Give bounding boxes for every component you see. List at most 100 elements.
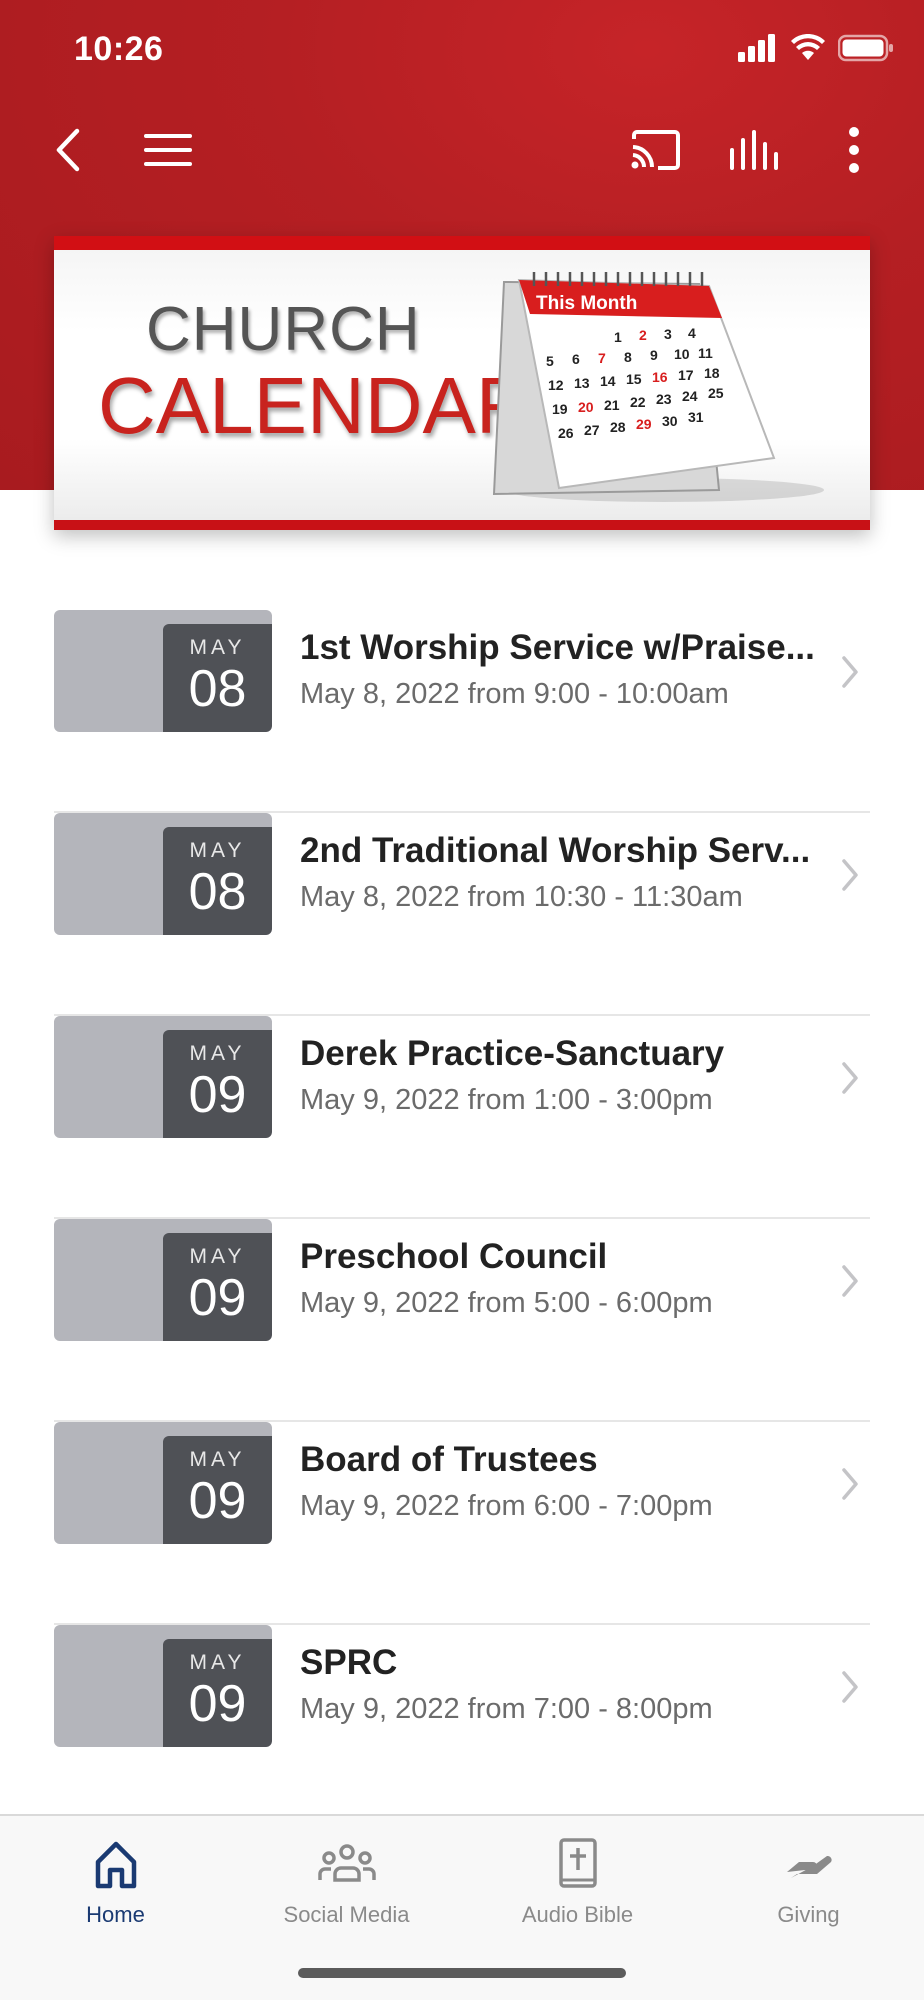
people-icon [317,1844,376,1882]
event-day: 09 [188,1675,247,1733]
event-row[interactable]: MAY 08 2nd Traditional Worship Serv... M… [54,813,870,1016]
event-date-box: MAY 08 [163,827,272,935]
event-month: MAY [189,1042,246,1065]
event-day: 09 [188,1472,247,1530]
svg-text:29: 29 [636,416,652,432]
chevron-right-icon [842,656,858,688]
chevron-right-icon [842,1265,858,1297]
event-title: Preschool Council [300,1237,608,1276]
svg-text:9: 9 [650,347,658,363]
event-row[interactable]: MAY 09 Preschool Council May 9, 2022 fro… [54,1219,870,1422]
desk-calendar-illustration: This Month 1234 5 6 7 8 9 10 11 12 13 14 15 16 17 18… [492,272,824,502]
audio-levels-button[interactable] [724,120,784,180]
event-title: Derek Practice-Sanctuary [300,1034,725,1073]
svg-text:18: 18 [704,365,720,381]
event-title: Board of Trustees [300,1440,598,1479]
svg-text:31: 31 [688,409,704,425]
event-datetime: May 9, 2022 from 5:00 - 6:00pm [300,1287,713,1319]
event-month: MAY [189,1448,246,1471]
event-datetime: May 9, 2022 from 7:00 - 8:00pm [300,1693,713,1725]
event-date-tile: MAY 08 [54,813,272,935]
event-datetime: May 9, 2022 from 1:00 - 3:00pm [300,1084,713,1116]
svg-text:24: 24 [682,388,698,404]
svg-text:26: 26 [558,425,574,441]
status-bar: 10:26 [0,0,924,100]
svg-text:15: 15 [626,371,642,387]
tab-social-media[interactable]: Social Media [231,1836,462,1928]
more-options-button[interactable] [824,120,884,180]
cellular-signal-icon [738,34,775,62]
banner-title-line2: CALENDAR [98,361,534,450]
svg-text:1: 1 [614,329,622,345]
tab-giving[interactable]: Giving [693,1836,924,1928]
event-day: 09 [188,1269,247,1327]
back-button[interactable] [38,120,98,180]
menu-button[interactable] [138,120,198,180]
cast-button[interactable] [626,120,686,180]
giving-hand-icon [786,1855,832,1878]
svg-text:30: 30 [662,413,678,429]
church-calendar-banner: CHURCH CALENDAR This Month 1234 5 6 7 8 9 10 1… [54,236,870,530]
wifi-icon [791,34,825,60]
svg-text:6: 6 [572,351,580,367]
tab-label: Giving [777,1902,840,1927]
svg-text:13: 13 [574,375,590,391]
svg-text:8: 8 [624,349,632,365]
event-date-box: MAY 08 [163,624,272,732]
more-vertical-icon [849,127,859,173]
cast-icon [631,130,680,170]
status-icons [738,34,894,62]
event-title: 1st Worship Service w/Praise... [300,628,815,667]
svg-text:4: 4 [688,325,696,341]
hamburger-menu-icon [144,134,192,166]
home-icon [95,1841,136,1889]
svg-text:7: 7 [598,350,606,366]
svg-text:12: 12 [548,377,564,393]
event-month: MAY [189,1245,246,1268]
event-row[interactable]: MAY 09 Board of Trustees May 9, 2022 fro… [54,1422,870,1625]
bible-icon [558,1838,597,1888]
event-row[interactable]: MAY 08 1st Worship Service w/Praise... M… [54,610,870,813]
chevron-right-icon [842,1062,858,1094]
events-list: MAY 08 1st Worship Service w/Praise... M… [54,610,870,1828]
home-indicator[interactable] [298,1968,626,1978]
event-row[interactable]: MAY 09 SPRC May 9, 2022 from 7:00 - 8:00… [54,1625,870,1828]
event-month: MAY [189,839,246,862]
chevron-right-icon [842,859,858,891]
svg-text:2: 2 [639,327,647,343]
event-date-tile: MAY 08 [54,610,272,732]
chevron-left-icon [56,128,80,172]
tab-audio-bible[interactable]: Audio Bible [462,1836,693,1928]
event-date-tile: MAY 09 [54,1422,272,1544]
tab-home[interactable]: Home [0,1836,231,1928]
equalizer-icon [730,130,778,170]
svg-text:25: 25 [708,385,724,401]
svg-text:17: 17 [678,367,694,383]
event-day: 09 [188,1066,247,1124]
event-datetime: May 8, 2022 from 9:00 - 10:00am [300,678,729,710]
event-datetime: May 9, 2022 from 6:00 - 7:00pm [300,1490,713,1522]
svg-text:19: 19 [552,401,568,417]
svg-text:22: 22 [630,394,646,410]
event-row[interactable]: MAY 09 Derek Practice-Sanctuary May 9, 2… [54,1016,870,1219]
svg-text:23: 23 [656,391,672,407]
event-day: 08 [188,863,247,921]
svg-text:27: 27 [584,422,600,438]
event-date-box: MAY 09 [163,1436,272,1544]
event-day: 08 [188,660,247,718]
tab-label: Social Media [283,1902,410,1927]
event-month: MAY [189,1651,246,1674]
svg-text:3: 3 [664,326,672,342]
tab-label: Audio Bible [521,1902,634,1927]
svg-text:5: 5 [546,353,554,369]
event-date-box: MAY 09 [163,1639,272,1747]
battery-icon [838,34,893,62]
event-month: MAY [189,636,246,659]
event-date-tile: MAY 09 [54,1219,272,1341]
status-time: 10:26 [74,30,164,68]
svg-text:11: 11 [698,345,713,361]
svg-text:28: 28 [610,419,626,435]
calendar-header-text: This Month [536,293,637,314]
event-date-box: MAY 09 [163,1030,272,1138]
event-date-box: MAY 09 [163,1233,272,1341]
